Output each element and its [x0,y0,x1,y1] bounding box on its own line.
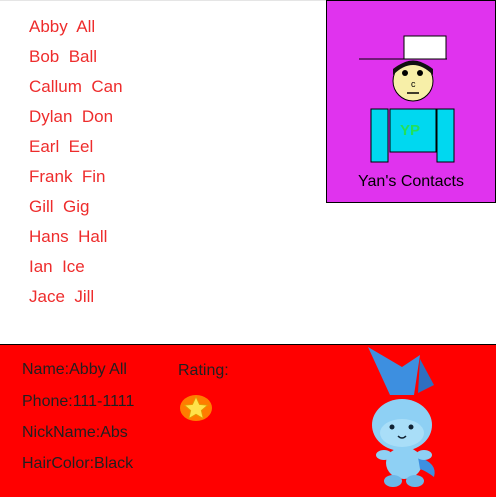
contact-list-item[interactable]: Hans Hall [29,227,123,257]
detail-phone: Phone:111-1111 [22,393,135,410]
contact-list-item[interactable]: Jace Jill [29,287,123,317]
contact-list-item[interactable]: Gill Gig [29,197,123,227]
contact-details-panel: Name:Abby All Phone:111-1111 NickName:Ab… [0,344,496,497]
avatar-shirt-text: YP [400,122,420,139]
contact-list-item[interactable]: Earl Eel [29,137,123,167]
contact-list-item[interactable]: Dylan Don [29,107,123,137]
contacts-avatar-icon: c YP [359,35,455,163]
contact-list-item[interactable]: Callum Can [29,77,123,107]
header-card: c YP Yan's Contacts [326,0,496,203]
detail-nickname: NickName:Abs [22,424,128,441]
detail-name: Name:Abby All [22,361,127,378]
contact-list-items: Abby All Bob Ball Callum Can Dylan Don Earl … [29,17,123,317]
rating-label: Rating: [178,362,229,379]
svg-text:c: c [411,79,416,89]
page-title: Yan's Contacts [358,173,464,190]
detail-haircolor: HairColor:Black [22,455,134,472]
contact-list-item[interactable]: Abby All [29,17,123,47]
contact-list-item[interactable]: Ian Ice [29,257,123,287]
mascot-icon [368,347,435,487]
contact-list-item[interactable]: Frank Fin [29,167,123,197]
contact-list-item[interactable]: Bob Ball [29,47,123,77]
contact-list: Abby All Bob Ball Callum Can Dylan Don Earl … [0,0,326,344]
star-icon [180,395,212,421]
